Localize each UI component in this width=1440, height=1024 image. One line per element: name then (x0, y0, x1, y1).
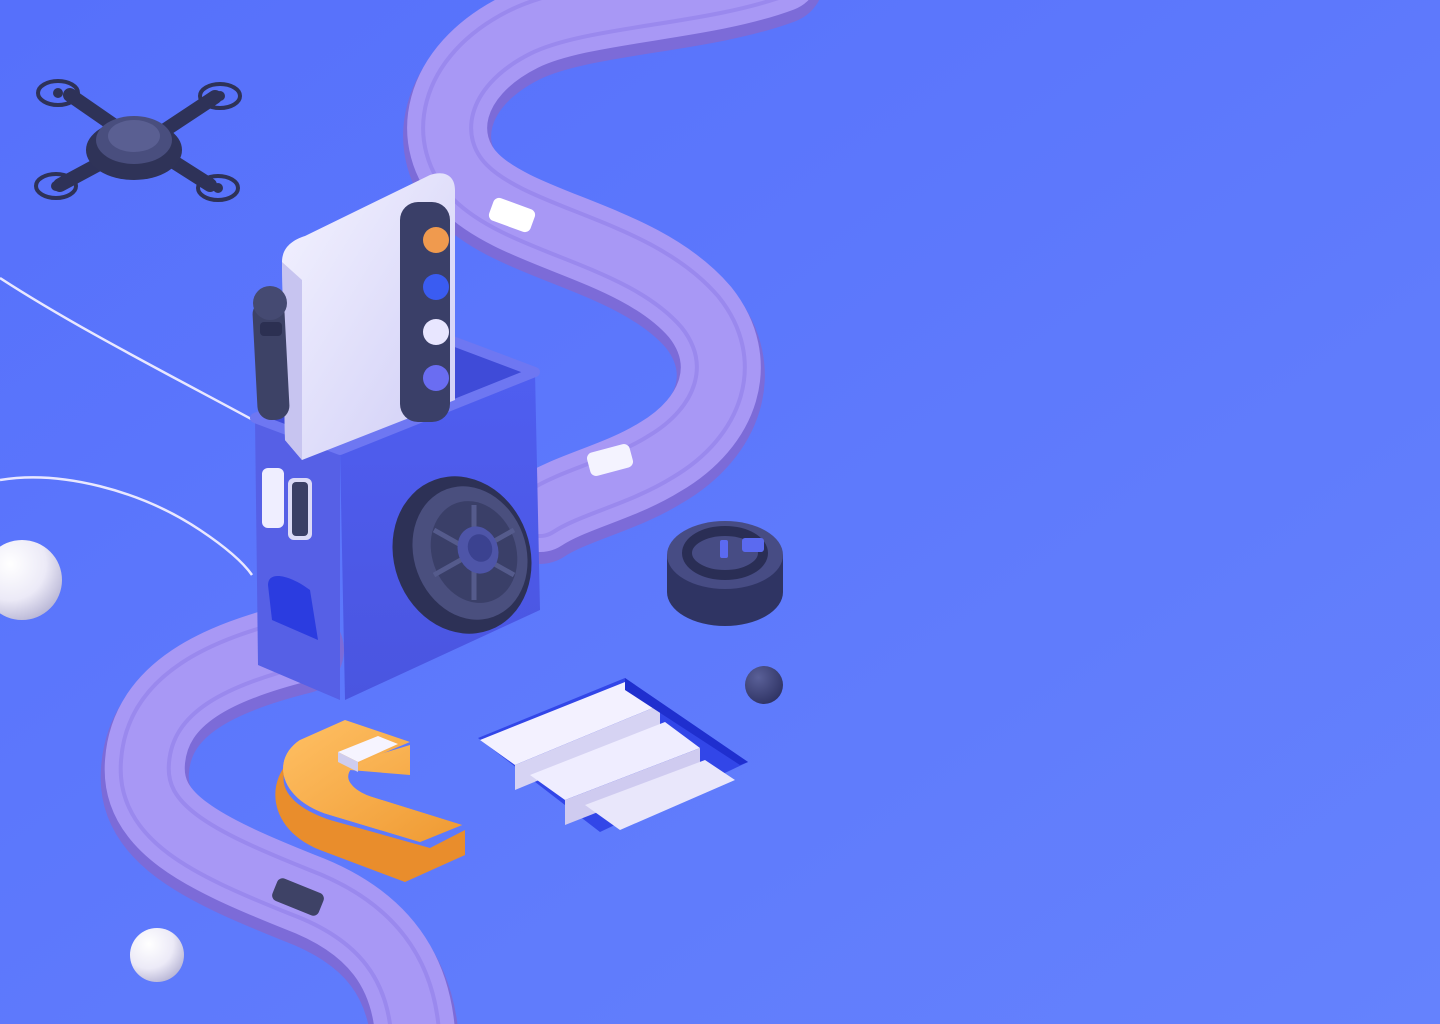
power-button (667, 521, 783, 626)
illustration-scene (0, 0, 1440, 1024)
dark-sphere (745, 666, 783, 704)
indicator-light-panel (400, 202, 450, 422)
scene-canvas (0, 0, 1440, 1024)
stylus-pen (252, 286, 290, 421)
